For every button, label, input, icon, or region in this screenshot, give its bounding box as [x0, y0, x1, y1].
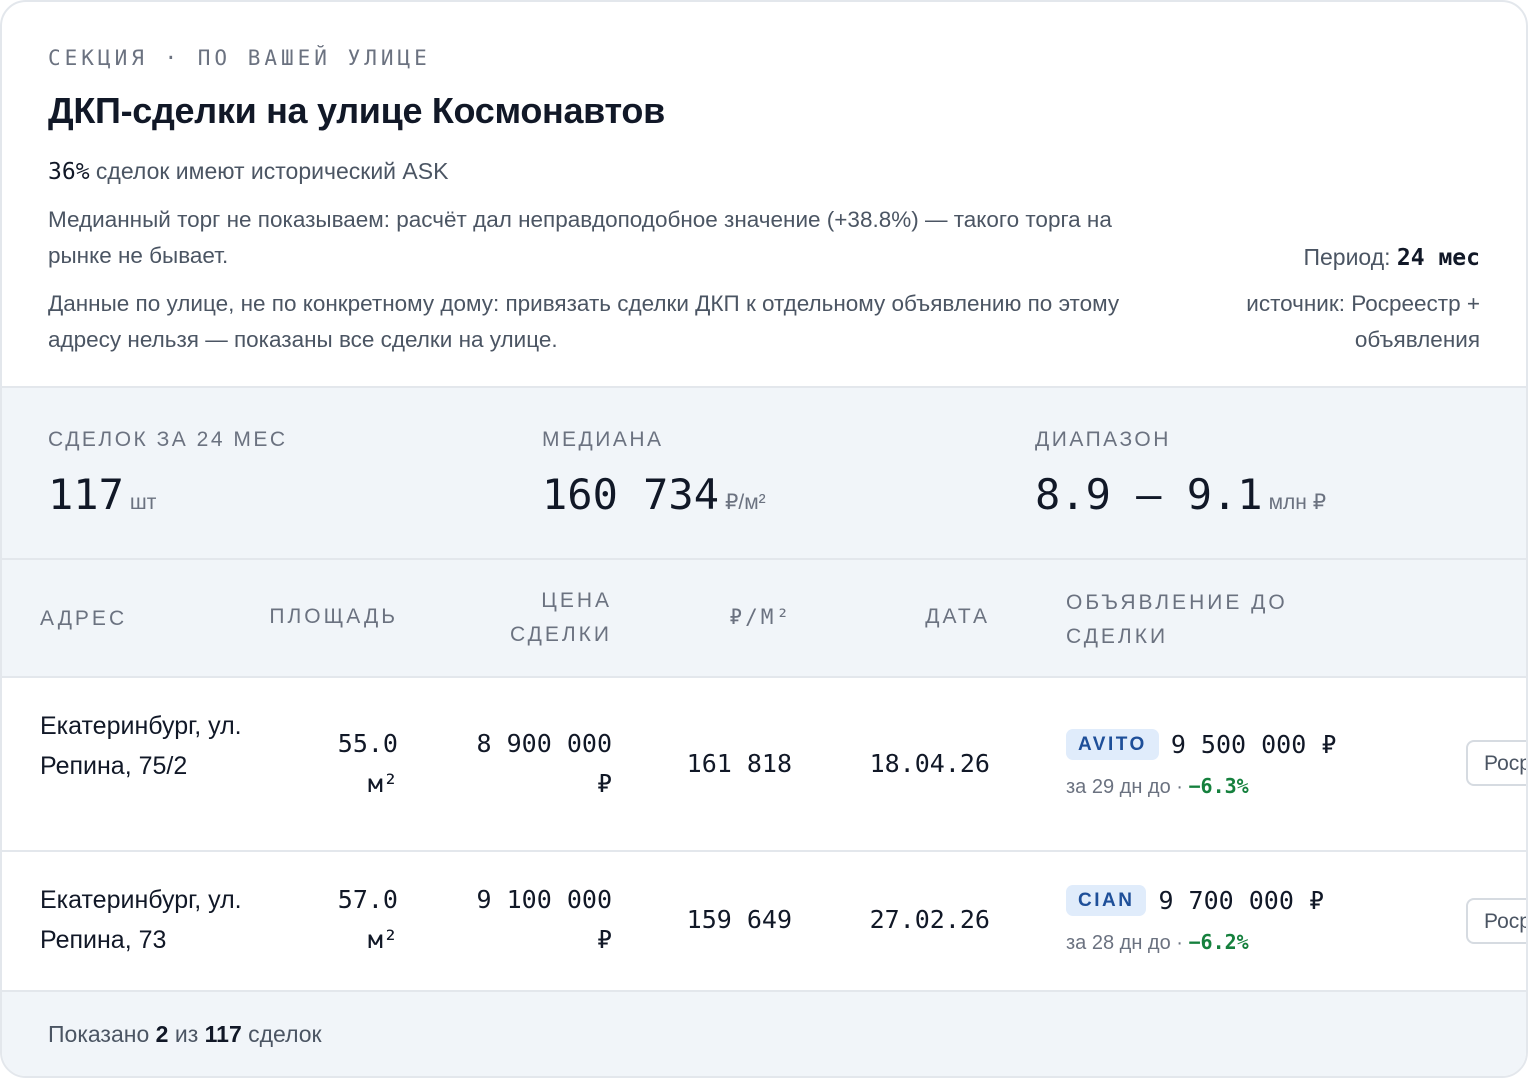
row-area-value: 57.0: [337, 885, 398, 914]
listing-delta-line: за 28 дн до · −6.2%: [1066, 930, 1406, 955]
section-eyebrow: СЕКЦИЯ · ПО ВАШЕЙ УЛИЦЕ: [48, 46, 431, 70]
stat-median-value: 160 734: [542, 470, 720, 519]
listing-days: за 29 дн до ·: [1066, 776, 1189, 798]
stat-range: ДИАПАЗОН 8.9 — 9.1 млн ₽: [1035, 428, 1326, 519]
stat-deals-value: 117: [48, 470, 124, 519]
data-source: источник: Росреестр + объявления: [1246, 291, 1480, 352]
col-address: АДРЕС: [40, 607, 128, 630]
listing-price: 9 500 000 ₽: [1170, 729, 1337, 759]
shown-mid: из: [168, 1021, 205, 1047]
row-area: 55.0 м²: [258, 724, 398, 804]
row-date: 27.02.26: [869, 905, 990, 934]
shown-count-text: Показано 2 из 117 сделок: [48, 1021, 322, 1048]
table-header: АДРЕС ПЛОЩАДЬ ЦЕНА СДЕЛКИ ₽/М² ДАТА ОБЪЯ…: [2, 560, 1526, 678]
listing-source-badge: CIAN: [1066, 884, 1147, 916]
row-price: 8 900 000 ₽: [442, 724, 612, 804]
stat-median-unit: ₽/м²: [725, 491, 766, 514]
listing-price: 9 700 000 ₽: [1158, 885, 1325, 915]
row-price-value: 8 900 000: [476, 729, 612, 758]
section-title: ДКП-сделки на улице Космонавтов: [48, 90, 665, 131]
col-date: ДАТА: [925, 605, 990, 628]
row-area-unit: м²: [367, 769, 398, 798]
row-listing: CIAN 9 700 000 ₽ за 28 дн до · −6.2%: [1066, 882, 1406, 955]
listing-source-badge: AVITO: [1066, 728, 1159, 760]
stat-median: МЕДИАНА 160 734 ₽/м²: [542, 428, 766, 519]
row-area-unit: м²: [367, 925, 398, 954]
row-price-unit: ₽: [596, 769, 612, 798]
period: Период: 24 мес: [1303, 244, 1480, 271]
row-price-per-m2: 159 649: [686, 905, 792, 934]
stat-deals-unit: шт: [129, 491, 157, 514]
rosreestr-button[interactable]: Росреестр: [1466, 740, 1526, 786]
listing-delta: −6.3%: [1188, 774, 1249, 798]
stats-band: СДЕЛОК ЗА 24 МЕС 117 шт МЕДИАНА 160 734 ₽/…: [2, 386, 1526, 560]
table-footer: Показано 2 из 117 сделок: [2, 992, 1526, 1076]
row-area-value: 55.0: [337, 729, 398, 758]
street-note: Данные по улице, не по конкретному дому:…: [48, 291, 1120, 352]
col-price-line1: ЦЕНА: [541, 589, 612, 612]
shown-prefix: Показано: [48, 1021, 156, 1047]
stat-range-unit: млн ₽: [1268, 491, 1327, 514]
table-row: Екатеринбург, ул. Репина, 75/2 55.0 м² 8…: [2, 678, 1526, 852]
stat-deals: СДЕЛОК ЗА 24 МЕС 117 шт: [48, 428, 288, 519]
row-price-per-m2: 161 818: [686, 749, 792, 778]
col-listing: ОБЪЯВЛЕНИЕ ДО СДЕЛКИ: [1066, 586, 1288, 654]
col-price: ЦЕНА СДЕЛКИ: [510, 584, 612, 652]
stat-range-label: ДИАПАЗОН: [1035, 428, 1171, 451]
col-area: ПЛОЩАДЬ: [269, 605, 398, 628]
col-listing-line1: ОБЪЯВЛЕНИЕ ДО: [1066, 591, 1288, 614]
stat-median-label: МЕДИАНА: [542, 428, 664, 451]
row-price-value: 9 100 000: [476, 885, 612, 914]
listing-days: за 28 дн до ·: [1066, 932, 1189, 954]
row-address: Екатеринбург, ул. Репина, 73: [40, 886, 242, 954]
listing-delta-line: за 29 дн до · −6.3%: [1066, 774, 1406, 799]
shown-count: 2: [155, 1021, 169, 1047]
ask-share-value: 36%: [48, 159, 90, 185]
stat-range-value: 8.9 — 9.1: [1035, 470, 1263, 519]
stat-deals-label: СДЕЛОК ЗА 24 МЕС: [48, 428, 288, 451]
table-row: Екатеринбург, ул. Репина, 73 57.0 м² 9 1…: [2, 852, 1526, 992]
col-price-per-m2: ₽/М²: [729, 605, 792, 629]
row-date: 18.04.26: [869, 749, 990, 778]
street-deals-card: СЕКЦИЯ · ПО ВАШЕЙ УЛИЦЕ ДКП-сделки на ул…: [0, 0, 1528, 1078]
col-listing-line2: СДЕЛКИ: [1066, 625, 1169, 648]
row-price: 9 100 000 ₽: [442, 880, 612, 960]
row-listing: AVITO 9 500 000 ₽ за 29 дн до · −6.3%: [1066, 726, 1406, 799]
row-area: 57.0 м²: [258, 880, 398, 960]
shown-suffix: сделок: [241, 1021, 322, 1047]
row-address: Екатеринбург, ул. Репина, 75/2: [40, 712, 242, 780]
rosreestr-button[interactable]: Росреестр: [1466, 898, 1526, 944]
col-price-line2: СДЕЛКИ: [509, 623, 612, 646]
section-header: СЕКЦИЯ · ПО ВАШЕЙ УЛИЦЕ ДКП-сделки на ул…: [2, 2, 1526, 386]
period-value: 24 мес: [1396, 245, 1480, 271]
total-count: 117: [204, 1021, 242, 1047]
listing-delta: −6.2%: [1188, 930, 1249, 954]
ask-share-text: сделок имеют исторический ASK: [89, 158, 449, 184]
bargain-note: Медианный торг не показываем: расчёт дал…: [48, 207, 1112, 268]
period-label: Период:: [1303, 244, 1397, 270]
row-price-unit: ₽: [596, 925, 612, 954]
ask-share-line: 36% сделок имеют исторический ASK: [48, 158, 448, 185]
